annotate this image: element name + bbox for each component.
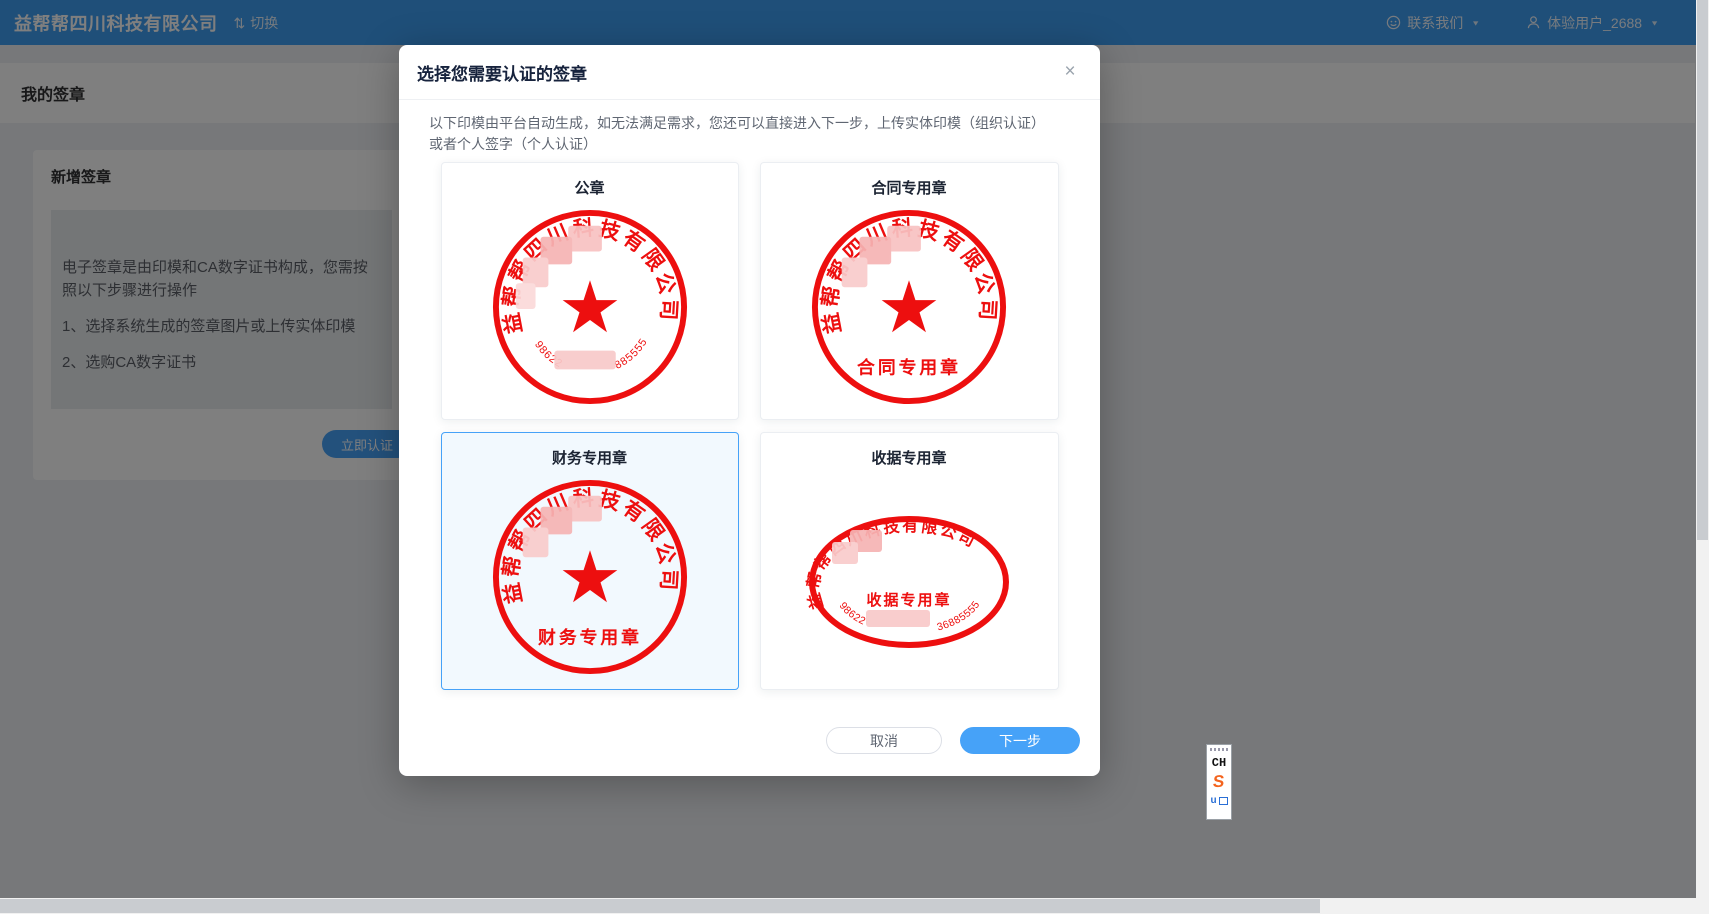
official-seal-image: 益帮帮四川科技有限公司 98622 885555 [492, 209, 687, 405]
close-icon[interactable]: × [1058, 59, 1082, 83]
seal-card-receipt[interactable]: 收据专用章 益帮帮四川科技有限公司 收据专用章 98622 36885555 [759, 432, 1059, 690]
contract-seal-image: 益帮帮四川科技有限公司 合同专用章 [811, 209, 1007, 405]
sogou-logo-icon[interactable]: S [1212, 772, 1225, 791]
svg-text:收据专用章: 收据专用章 [866, 591, 951, 609]
seal-card-title: 合同专用章 [871, 180, 947, 197]
svg-text:合同专用章: 合同专用章 [857, 356, 961, 377]
seal-card-official[interactable]: 公章 益帮帮四川科技有限公司 98622 885555 [440, 162, 739, 420]
dialog-title: 选择您需要认证的签章 [417, 64, 587, 84]
screen: 益帮帮四川科技有限公司 ⇅ 切换 联系我们 ▼ 体验 [0, 0, 1709, 914]
ime-tools: u [1210, 796, 1228, 806]
horizontal-scrollbar-thumb[interactable] [0, 899, 1320, 913]
ime-symbol-icon[interactable]: u [1210, 796, 1216, 806]
finance-seal-image: 益帮帮四川科技有限公司 财务专用章 [492, 479, 687, 675]
select-seal-dialog: 选择您需要认证的签章 × 以下印模由平台自动生成，如无法满足需求，您还可以直接进… [399, 45, 1100, 776]
red-star [881, 280, 937, 333]
receipt-seal-image: 益帮帮四川科技有限公司 收据专用章 98622 36885555 [803, 516, 1009, 648]
dialog-description: 以下印模由平台自动生成，如无法满足需求，您还可以直接进入下一步，上传实体印模（组… [429, 115, 1045, 152]
svg-text:财务专用章: 财务专用章 [538, 626, 642, 647]
seal-card-title: 公章 [574, 180, 605, 197]
vertical-scrollbar[interactable] [1696, 0, 1709, 914]
ime-mode-indicator[interactable]: CH [1212, 756, 1226, 770]
dialog-footer: 取消 下一步 [826, 727, 1080, 754]
ime-toolbar[interactable]: CH S u [1206, 744, 1232, 820]
horizontal-scrollbar[interactable] [0, 898, 1696, 914]
seal-card-title: 财务专用章 [551, 450, 627, 467]
next-step-button[interactable]: 下一步 [960, 727, 1080, 754]
red-star [562, 550, 617, 603]
vertical-scrollbar-thumb[interactable] [1697, 0, 1708, 540]
seal-card-title: 收据专用章 [871, 450, 947, 467]
seal-card-contract[interactable]: 合同专用章 益帮帮四川科技有限公司 合同专用章 [759, 162, 1059, 420]
cancel-button[interactable]: 取消 [826, 727, 942, 754]
ime-keyboard-icon[interactable] [1218, 797, 1228, 805]
seal-card-finance[interactable]: 财务专用章 益帮帮四川科技有限公司 财务专用章 [440, 432, 739, 690]
ime-drag-handle[interactable] [1210, 748, 1228, 751]
seal-grid: 公章 益帮帮四川科技有限公司 98622 885555 [440, 162, 1059, 690]
svg-text:885555: 885555 [612, 336, 649, 372]
red-star [562, 280, 617, 333]
dialog-header: 选择您需要认证的签章 [399, 45, 1100, 100]
